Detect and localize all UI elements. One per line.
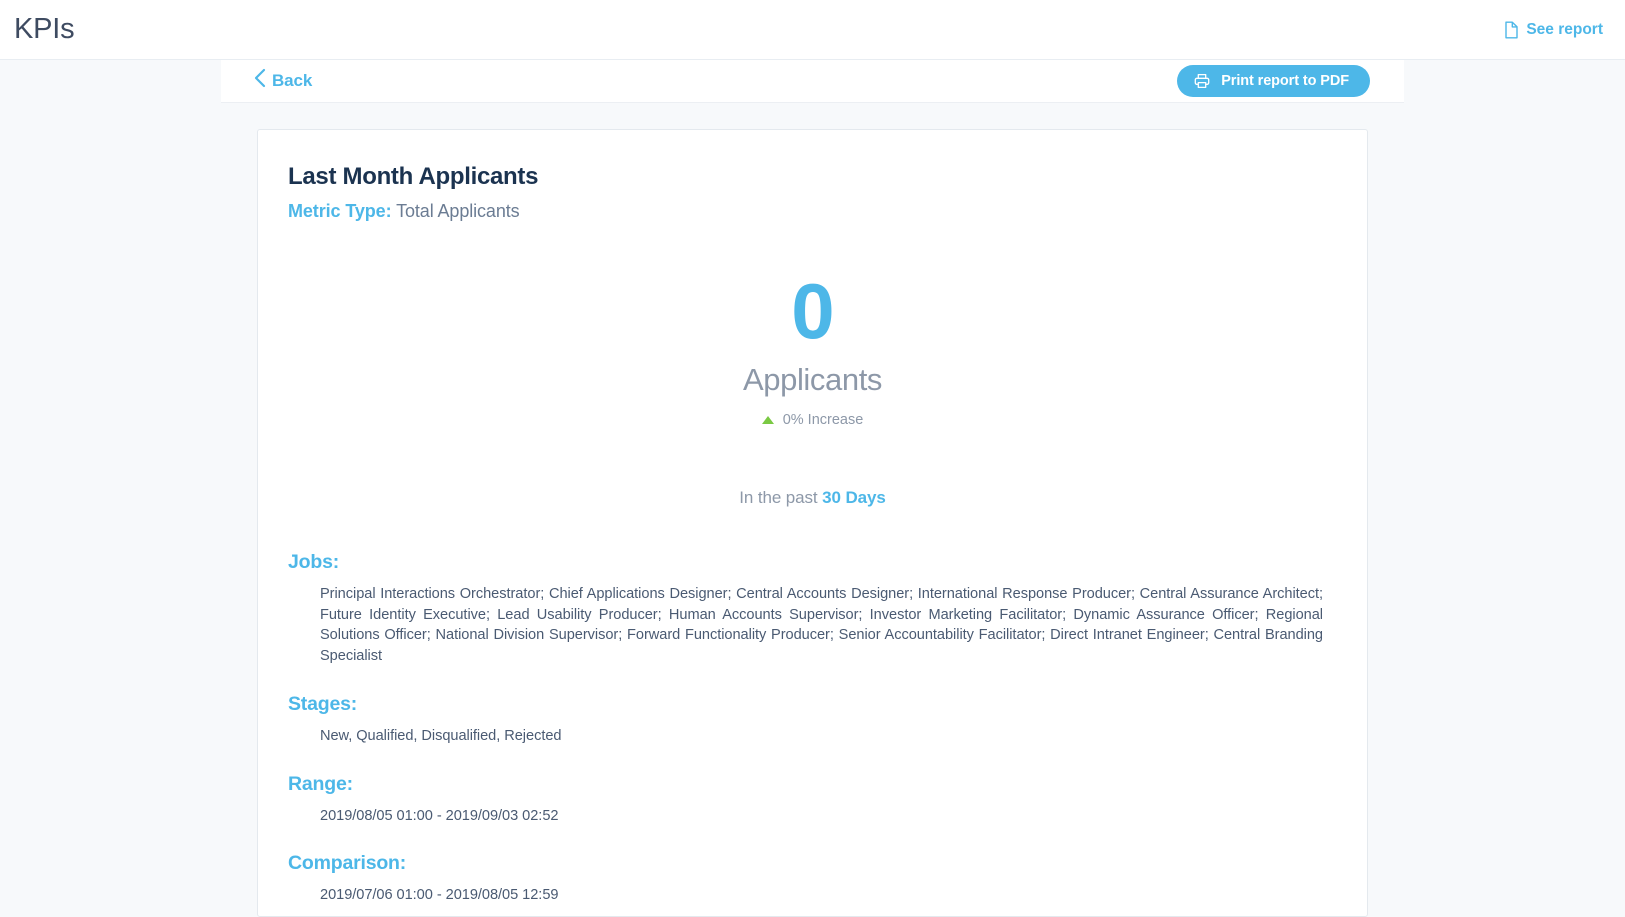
report-card: Last Month Applicants Metric Type: Total… [257,129,1368,917]
section-jobs: Jobs: Principal Interactions Orchestrato… [288,551,1337,667]
back-button[interactable]: Back [253,68,312,94]
stat-delta: 0% Increase [288,412,1337,428]
chevron-left-icon [253,68,266,93]
page-title: KPIs [14,13,75,45]
section-body: 2019/07/06 01:00 - 2019/08/05 12:59 [320,887,559,904]
section-heading: Stages: [288,692,358,715]
content-column: Back Print report to PDF Last Month Appl… [221,60,1404,917]
back-label: Back [272,71,313,91]
section-heading: Range: [288,772,353,795]
metric-type-label: Metric Type: [288,200,392,221]
report-card-wrapper: Last Month Applicants Metric Type: Total… [221,103,1404,917]
section-stages: Stages: New, Qualified, Disqualified, Re… [288,693,1337,747]
metric-type-value: Total Applicants [396,200,520,221]
stat-delta-label: 0% Increase [782,411,864,428]
document-icon [1504,21,1519,39]
see-report-label: See report [1526,20,1603,38]
report-title: Last Month Applicants [288,163,539,191]
section-comparison: Comparison: 2019/07/06 01:00 - 2019/08/0… [288,852,1337,906]
metric-type-line: Metric Type: Total Applicants [288,201,1337,222]
stat-unit: Applicants [742,361,883,397]
stat-block: 0 Applicants 0% Increase [288,222,1337,428]
printer-icon [1194,73,1210,89]
triangle-up-icon [761,415,774,424]
stat-value: 0 [791,266,834,355]
period-value: 30 Days [822,487,886,507]
period-line: In the past 30 Days [288,488,1337,508]
section-body: Principal Interactions Orchestrator; Chi… [320,585,1323,665]
print-report-to-pdf-button[interactable]: Print report to PDF [1177,65,1370,98]
section-range: Range: 2019/08/05 01:00 - 2019/09/03 02:… [288,773,1337,827]
report-toolbar: Back Print report to PDF [221,60,1404,104]
app-header: KPIs See report [0,0,1625,60]
detail-sections: Jobs: Principal Interactions Orchestrato… [288,551,1337,916]
page-body: Back Print report to PDF Last Month Appl… [0,60,1625,917]
section-heading: Comparison: [288,852,407,875]
print-label: Print report to PDF [1221,73,1349,90]
section-body: New, Qualified, Disqualified, Rejected [320,727,562,744]
section-heading: Jobs: [288,550,340,573]
period-prefix: In the past [739,487,818,507]
section-body: 2019/08/05 01:00 - 2019/09/03 02:52 [320,807,559,824]
see-report-link[interactable]: See report [1504,21,1603,39]
